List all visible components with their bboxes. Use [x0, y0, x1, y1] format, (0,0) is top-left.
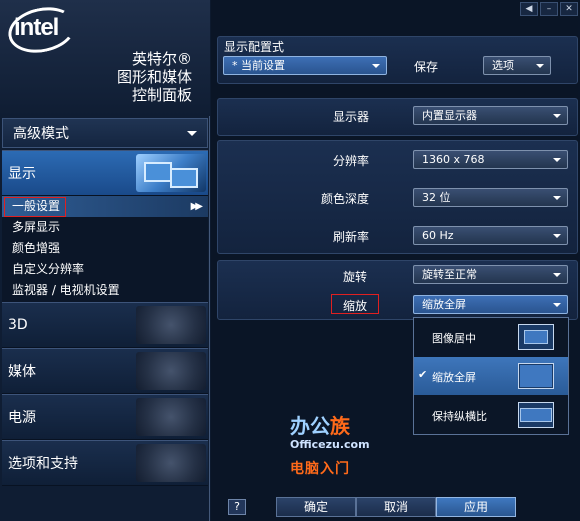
submenu-item-custom-resolution[interactable]: 自定义分辨率 [2, 259, 208, 280]
rotation-label: 旋转 [343, 270, 368, 284]
submenu-item-label: 颜色增强 [12, 241, 61, 255]
product-title-line: 英特尔® [131, 50, 192, 68]
highlight-box [4, 197, 66, 217]
mode-select-label: 高级模式 [13, 126, 69, 142]
scaling-option-center[interactable]: 图像居中 [414, 318, 568, 356]
category-options-label: 选项和支持 [8, 456, 78, 472]
star-icon: * [232, 59, 241, 72]
chevron-down-icon [553, 196, 561, 200]
highlight-box [331, 294, 379, 314]
watermark-url: Officezu.com [290, 438, 370, 451]
scaling-option-label: 缩放全屏 [432, 371, 476, 384]
category-3d-label: 3D [8, 317, 28, 333]
product-title-line: 图形和媒体 [116, 68, 192, 86]
scaling-option-aspect[interactable]: 保持纵横比 [414, 396, 568, 434]
category-display[interactable]: 显示 [2, 150, 208, 196]
scale-full-icon [518, 363, 554, 389]
watermark: 办公族 Officezu.com 电脑入门 [286, 410, 386, 480]
color-depth-label: 颜色深度 [321, 192, 370, 206]
color-depth-select[interactable]: 32 位 [413, 188, 568, 207]
minimize-button[interactable]: – [540, 2, 558, 16]
scaling-select-value: 缩放全屏 [422, 298, 466, 311]
submenu-item-color-enhance[interactable]: 颜色增强 [2, 238, 208, 259]
rotation-select-value: 旋转至正常 [422, 268, 477, 281]
monitor-icon [136, 154, 206, 192]
close-button[interactable]: ✕ [560, 2, 578, 16]
help-button[interactable]: ? [228, 499, 246, 515]
display-select-value: 内置显示器 [422, 109, 477, 122]
refresh-rate-select[interactable]: 60 Hz [413, 226, 568, 245]
submenu-item-label: 监视器 / 电视机设置 [12, 283, 120, 297]
display-label: 显示器 [333, 110, 370, 124]
window-controls: ◀ – ✕ [520, 2, 578, 16]
resolution-select[interactable]: 1360 x 768 [413, 150, 568, 169]
apply-button[interactable]: 应用 [436, 497, 516, 517]
chevron-down-icon [553, 114, 561, 118]
rotation-select[interactable]: 旋转至正常 [413, 265, 568, 284]
intel-logo-text: intel [14, 14, 59, 41]
cancel-button[interactable]: 取消 [356, 497, 436, 517]
ok-button[interactable]: 确定 [276, 497, 356, 517]
watermark-title-b: 族 [330, 414, 350, 438]
watermark-subtitle: 电脑入门 [290, 461, 350, 477]
chevron-down-icon [553, 234, 561, 238]
category-display-label: 显示 [8, 166, 36, 182]
battery-icon [136, 398, 206, 436]
category-3d[interactable]: 3D [2, 302, 208, 348]
options-select[interactable]: 选项 [483, 56, 551, 75]
submenu-item-label: 多屏显示 [12, 220, 61, 234]
refresh-rate-select-value: 60 Hz [422, 229, 454, 242]
mode-select[interactable]: 高级模式 [2, 118, 208, 148]
back-button[interactable]: ◀ [520, 2, 538, 16]
submenu-item-monitor-tv[interactable]: 监视器 / 电视机设置 [2, 280, 208, 301]
options-select-label: 选项 [492, 59, 514, 72]
chevron-down-icon [553, 158, 561, 162]
product-title-line: 控制面板 [131, 86, 192, 104]
center-image-icon [518, 324, 554, 350]
refresh-rate-label: 刷新率 [333, 230, 370, 244]
display-select[interactable]: 内置显示器 [413, 106, 568, 125]
chevron-down-icon [187, 131, 197, 136]
resolution-label: 分辨率 [333, 154, 370, 168]
profile-select-value: 当前设置 [241, 59, 285, 72]
color-depth-select-value: 32 位 [422, 191, 451, 204]
scaling-options-popup: 图像居中 ✔ 缩放全屏 保持纵横比 [413, 317, 569, 435]
watermark-title: 办公族 [290, 410, 350, 439]
checkmark-icon: ✔ [418, 368, 428, 381]
projector-icon [136, 352, 206, 390]
resolution-select-value: 1360 x 768 [422, 153, 485, 166]
submenu-item-label: 自定义分辨率 [12, 262, 85, 276]
sidebar: intel 英特尔® 图形和媒体 控制面板 高级模式 显示 一般设置 ▶▶ 多屏… [0, 0, 210, 521]
profile-select[interactable]: * 当前设置 [223, 56, 387, 75]
chevron-down-icon [536, 64, 544, 68]
scaling-option-label: 图像居中 [432, 332, 476, 345]
save-button[interactable]: 保存 [414, 58, 438, 75]
cube-icon [136, 306, 206, 344]
profile-section-label: 显示配置式 [224, 40, 285, 54]
fast-forward-icon: ▶▶ [190, 201, 204, 212]
scaling-option-full[interactable]: ✔ 缩放全屏 [414, 357, 568, 395]
watermark-title-a: 办公 [290, 414, 330, 438]
help-sign-icon [136, 444, 206, 482]
category-options[interactable]: 选项和支持 [2, 440, 208, 486]
brand-header: intel 英特尔® 图形和媒体 控制面板 [0, 0, 210, 116]
chevron-down-icon [553, 303, 561, 307]
category-power-label: 电源 [8, 410, 36, 426]
category-power[interactable]: 电源 [2, 394, 208, 440]
submenu-item-multi-display[interactable]: 多屏显示 [2, 217, 208, 238]
chevron-down-icon [372, 64, 380, 68]
category-media[interactable]: 媒体 [2, 348, 208, 394]
category-media-label: 媒体 [8, 364, 36, 380]
chevron-down-icon [553, 273, 561, 277]
scaling-option-label: 保持纵横比 [432, 410, 487, 423]
aspect-ratio-icon [518, 402, 554, 428]
scaling-select[interactable]: 缩放全屏 [413, 295, 568, 314]
product-title: 英特尔® 图形和媒体 控制面板 [117, 50, 192, 104]
